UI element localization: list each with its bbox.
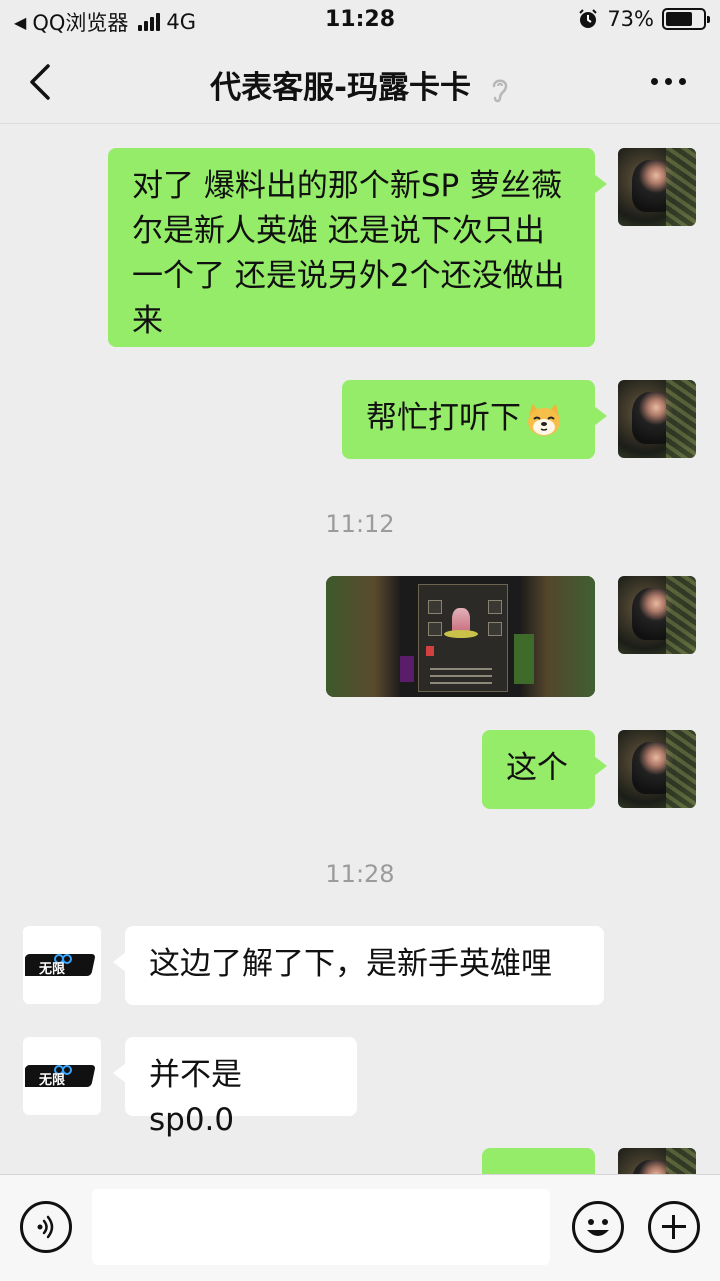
chat-screen: ◀ QQ浏览器 4G 11:28 73% 代表客服-玛露卡卡 对了 爆料出的那个… [0,0,720,1281]
smiley-icon [587,1219,609,1236]
service-avatar[interactable]: 无限 [23,1037,101,1115]
brand-logo: 无限 [25,954,95,977]
dog-sticker-icon [528,403,560,436]
brand-logo-text: 无限 [38,962,66,977]
message-text: 对了 爆料出的那个新SP 萝丝薇尔是新人英雄 还是说下次只出一个了 还是说另外2… [132,168,565,339]
message-list[interactable]: 对了 爆料出的那个新SP 萝丝薇尔是新人英雄 还是说下次只出一个了 还是说另外2… [0,124,720,1174]
chat-timestamp: 11:12 [325,510,395,538]
self-avatar[interactable] [618,1148,696,1174]
chat-title: 代表客服-玛露卡卡 [0,62,720,107]
voice-input-button[interactable] [20,1201,72,1253]
message-text: 这个 [506,750,568,786]
message-bubble-sent[interactable]: 帮忙打听下 [342,380,607,459]
more-functions-button[interactable] [648,1201,700,1253]
message-bubble-received[interactable]: 这边了解了下，是新手英雄哩 [113,926,604,1005]
battery-percent: 73% [607,7,654,31]
brand-logo-text: 无限 [38,1073,66,1088]
message-bubble-sent-partial[interactable] [482,1148,595,1174]
nav-bar: 代表客服-玛露卡卡 [0,40,720,124]
self-avatar[interactable] [618,148,696,226]
message-text: 这边了解了下，是新手英雄哩 [149,946,552,982]
status-bar: ◀ QQ浏览器 4G 11:28 73% [0,0,720,40]
status-right: 73% [577,7,710,31]
self-avatar[interactable] [618,576,696,654]
message-input[interactable] [92,1189,550,1265]
message-text: 帮忙打听下 [366,400,521,436]
chat-title-text: 代表客服-玛露卡卡 [210,70,472,106]
message-bubble-sent[interactable]: 这个 [482,730,607,809]
chat-timestamp: 11:28 [325,860,395,888]
image-message[interactable] [326,576,595,697]
service-avatar[interactable]: 无限 [23,926,101,1004]
voice-icon [37,1215,54,1239]
self-avatar[interactable] [618,730,696,808]
message-text: 并不是 sp0.0 [149,1057,242,1138]
earpiece-mode-icon [492,79,508,102]
brand-logo: 无限 [25,1065,95,1088]
message-bubble-received[interactable]: 并不是 sp0.0 [113,1037,357,1138]
input-bar [0,1174,720,1281]
more-options-icon[interactable] [651,78,686,85]
self-avatar[interactable] [618,380,696,458]
battery-icon [662,8,710,30]
alarm-icon [579,9,598,28]
emoji-button[interactable] [572,1201,624,1253]
message-bubble-sent[interactable]: 对了 爆料出的那个新SP 萝丝薇尔是新人英雄 还是说下次只出一个了 还是说另外2… [108,148,607,347]
